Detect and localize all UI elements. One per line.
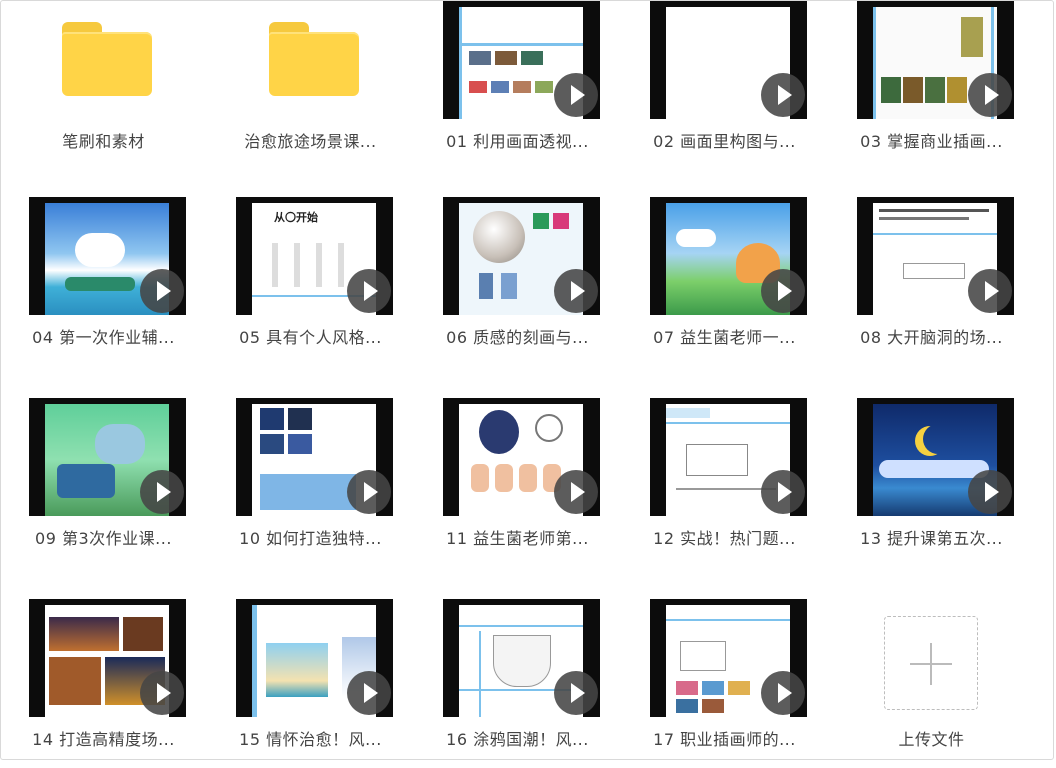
video-thumbnail: [650, 1, 807, 119]
video-thumbnail: [443, 1, 600, 119]
play-icon: [761, 73, 805, 117]
upload-label: 上传文件: [898, 730, 965, 749]
play-icon: [968, 269, 1012, 313]
file-grid: 笔刷和素材 治愈旅途场景课... 01 利用画面透视... 02 画面里构图与.…: [0, 0, 1056, 762]
video-thumbnail: [29, 599, 186, 717]
file-label: 02 画面里构图与...: [653, 132, 796, 151]
video-item[interactable]: 12 实战！热门题...: [621, 397, 828, 567]
video-item[interactable]: 13 提升课第五次...: [828, 397, 1035, 567]
video-thumbnail: [650, 197, 807, 315]
video-item[interactable]: 01 利用画面透视...: [414, 0, 621, 170]
video-thumbnail: [650, 599, 807, 717]
play-icon: [140, 269, 184, 313]
file-label: 04 第一次作业辅...: [32, 328, 175, 347]
video-thumbnail: [443, 197, 600, 315]
video-thumbnail: [857, 197, 1014, 315]
upload-button[interactable]: [884, 616, 978, 710]
play-icon: [761, 269, 805, 313]
play-icon: [140, 470, 184, 514]
video-thumbnail: [29, 398, 186, 516]
play-icon: [554, 671, 598, 715]
video-thumbnail: [29, 197, 186, 315]
file-label: 11 益生菌老师第...: [446, 529, 589, 548]
video-item[interactable]: 08 大开脑洞的场...: [828, 196, 1035, 366]
thumbnail-title: 从〇开始: [274, 211, 318, 224]
play-icon: [554, 73, 598, 117]
play-icon: [761, 671, 805, 715]
video-item[interactable]: 从〇开始 05 具有个人风格...: [207, 196, 414, 366]
folder-icon: [269, 20, 359, 96]
video-item[interactable]: 03 掌握商业插画...: [828, 0, 1035, 170]
video-thumbnail: [236, 599, 393, 717]
play-icon: [554, 269, 598, 313]
video-thumbnail: [857, 398, 1014, 516]
video-item[interactable]: 15 情怀治愈！风...: [207, 598, 414, 768]
play-icon: [968, 470, 1012, 514]
file-label: 17 职业插画师的...: [653, 730, 796, 749]
play-icon: [140, 671, 184, 715]
video-thumbnail: [236, 398, 393, 516]
video-item[interactable]: 17 职业插画师的...: [621, 598, 828, 768]
folder-item[interactable]: 笔刷和素材: [0, 0, 207, 170]
play-icon: [968, 73, 1012, 117]
file-label: 15 情怀治愈！风...: [239, 730, 382, 749]
video-thumbnail: 从〇开始: [236, 197, 393, 315]
file-label: 08 大开脑洞的场...: [860, 328, 1003, 347]
video-item[interactable]: 07 益生菌老师一...: [621, 196, 828, 366]
folder-icon: [62, 20, 152, 96]
file-label: 10 如何打造独特...: [239, 529, 382, 548]
upload-tile[interactable]: 上传文件: [828, 598, 1035, 768]
play-icon: [347, 269, 391, 313]
video-thumbnail: [650, 398, 807, 516]
video-thumbnail: [857, 1, 1014, 119]
file-label: 05 具有个人风格...: [239, 328, 382, 347]
video-item[interactable]: 11 益生菌老师第...: [414, 397, 621, 567]
play-icon: [554, 470, 598, 514]
file-label: 治愈旅途场景课...: [244, 132, 377, 151]
play-icon: [347, 470, 391, 514]
file-label: 07 益生菌老师一...: [653, 328, 796, 347]
folder-item[interactable]: 治愈旅途场景课...: [207, 0, 414, 170]
file-label: 16 涂鸦国潮！风...: [446, 730, 589, 749]
file-label: 笔刷和素材: [62, 132, 145, 151]
video-thumbnail: [443, 398, 600, 516]
file-label: 09 第3次作业课...: [35, 529, 172, 548]
play-icon: [347, 671, 391, 715]
video-item[interactable]: 16 涂鸦国潮！风...: [414, 598, 621, 768]
video-thumbnail: [443, 599, 600, 717]
file-label: 13 提升课第五次...: [860, 529, 1003, 548]
plus-icon: [930, 643, 932, 685]
video-item[interactable]: 02 画面里构图与...: [621, 0, 828, 170]
video-item[interactable]: 14 打造高精度场...: [0, 598, 207, 768]
file-label: 01 利用画面透视...: [446, 132, 589, 151]
file-label: 03 掌握商业插画...: [860, 132, 1003, 151]
file-label: 12 实战！热门题...: [653, 529, 796, 548]
video-item[interactable]: 04 第一次作业辅...: [0, 196, 207, 366]
video-item[interactable]: 10 如何打造独特...: [207, 397, 414, 567]
file-label: 14 打造高精度场...: [32, 730, 175, 749]
play-icon: [761, 470, 805, 514]
video-item[interactable]: 06 质感的刻画与...: [414, 196, 621, 366]
file-label: 06 质感的刻画与...: [446, 328, 589, 347]
video-item[interactable]: 09 第3次作业课...: [0, 397, 207, 567]
